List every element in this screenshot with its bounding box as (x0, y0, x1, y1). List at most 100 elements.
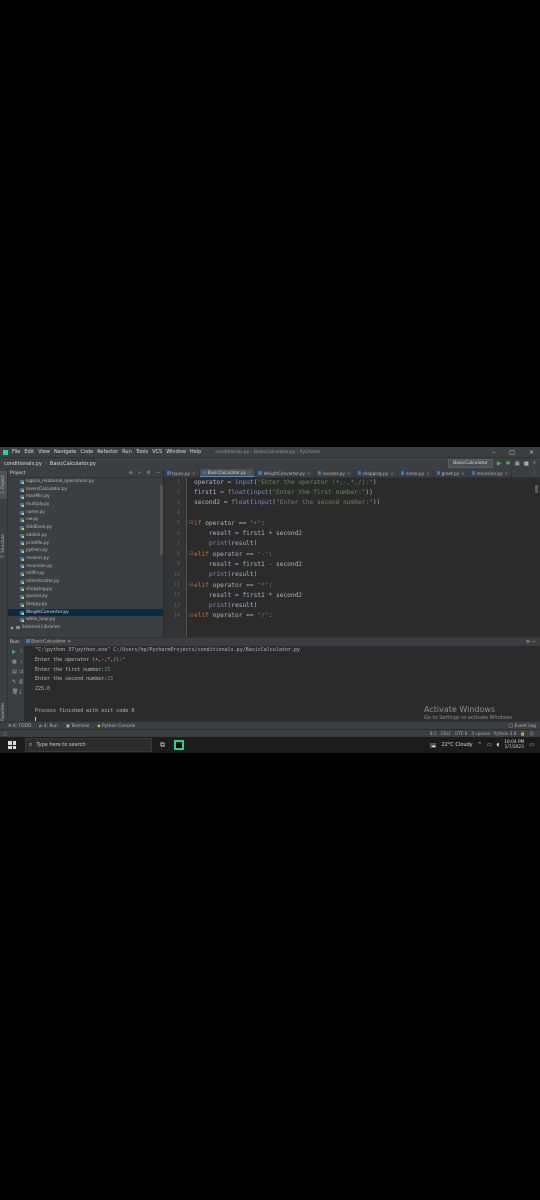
close-tab-icon[interactable]: × (67, 640, 71, 645)
print-icon[interactable]: ⎙ (19, 679, 23, 685)
file-item[interactable]: Steppy.py (8, 601, 163, 609)
fold-icon[interactable]: ⊟ (189, 551, 193, 557)
python-interpreter[interactable]: Python 3.8 (494, 731, 517, 737)
code-line[interactable]: elif operator == "-": (194, 551, 272, 558)
menu-view[interactable]: View (38, 449, 50, 455)
close-icon[interactable]: × (529, 449, 534, 456)
close-tab-icon[interactable]: × (426, 471, 430, 476)
close-tab-icon[interactable]: × (390, 471, 394, 476)
network-icon[interactable]: ▭ (487, 742, 492, 748)
file-item[interactable]: oddish.py (8, 532, 163, 540)
code-line[interactable]: second2 = float(input("Enter the second … (194, 499, 380, 506)
debug-icon[interactable]: ✱ (505, 460, 510, 467)
close-tab-icon[interactable]: × (505, 471, 509, 476)
tab-types[interactable]: types.py × (164, 469, 200, 477)
file-item[interactable]: python.py (8, 547, 163, 555)
code-line[interactable]: elif operator == "/": (194, 612, 272, 619)
layout-icon[interactable]: ▤ (12, 669, 17, 675)
scroll-down-icon[interactable]: ↓ (19, 659, 23, 665)
hide-icon[interactable]: — (156, 471, 161, 476)
inspector-icon[interactable]: ☺ (530, 731, 534, 737)
breadcrumb-project[interactable]: conditionals.py (4, 461, 42, 467)
code-line[interactable]: operator = input("Enter the operator (+,… (194, 479, 377, 486)
breadcrumb-file[interactable]: BasicCalculator.py (50, 461, 96, 467)
tab-recaess[interactable]: recaess.py × (315, 469, 355, 477)
file-item[interactable]: while_loop.py (8, 616, 163, 624)
python-console-tab[interactable]: ◆ Python Console (97, 724, 135, 729)
file-item[interactable]: printMe.py (8, 540, 163, 548)
file-item[interactable]: recaess.py (8, 555, 163, 563)
run-config-select[interactable]: BasicCalculator (448, 459, 493, 468)
menu-code[interactable]: Code (80, 449, 93, 455)
line-separator[interactable]: CRLF (441, 731, 452, 737)
editor-scrollbar[interactable] (535, 485, 538, 493)
windows-start-icon[interactable] (8, 741, 16, 749)
file-item[interactable]: shopping.py (8, 586, 163, 594)
file-item[interactable]: maxMin.py (8, 493, 163, 501)
scroll-end-icon[interactable]: ⤓ (19, 689, 21, 695)
code-line[interactable]: print(result) (194, 602, 257, 609)
code-line[interactable]: result = first1 * second2 (194, 592, 302, 599)
menu-file[interactable]: File (12, 449, 20, 455)
tab-recursion[interactable]: recursion.py × (469, 469, 513, 477)
menu-window[interactable]: Window (166, 449, 186, 455)
close-tab-icon[interactable]: × (192, 471, 196, 476)
run-config-tab[interactable]: BasicCalculator × (26, 639, 71, 645)
weather-icon[interactable]: ☁ (430, 742, 437, 748)
taskbar-search[interactable]: ⌕ Type here to search (25, 738, 152, 752)
todo-tab[interactable]: ≡ 6: TODO (8, 724, 31, 729)
tab-greet[interactable]: greet.py × (434, 469, 469, 477)
menu-run[interactable]: Run (122, 449, 132, 455)
close-tab-icon[interactable]: × (248, 470, 252, 475)
file-item[interactable]: name.py (8, 509, 163, 517)
menu-tools[interactable]: Tools (136, 449, 148, 455)
menu-help[interactable]: Help (190, 449, 201, 455)
code-line[interactable]: elif operator == "*": (194, 582, 272, 589)
stop-icon[interactable]: ■ (524, 461, 529, 467)
code-line[interactable]: print(result) (194, 540, 257, 547)
menu-edit[interactable]: Edit (24, 449, 34, 455)
search-everywhere-icon[interactable]: ⌕ (533, 460, 536, 467)
code-editor[interactable]: types.py × BasicCalculator.py × WeightConv… (164, 469, 540, 637)
menu-refactor[interactable]: Refactor (97, 449, 118, 455)
code-line[interactable]: result = first1 + second2 (194, 530, 302, 537)
gear-icon[interactable]: ⚙ — (526, 640, 536, 645)
tab-basiccalculator[interactable]: BasicCalculator.py × (199, 469, 256, 477)
notification-icon[interactable]: ▭ (529, 742, 534, 748)
volume-icon[interactable]: ◖ (497, 742, 500, 748)
file-item[interactable]: rollfiir.py (8, 570, 163, 578)
weather-text[interactable]: 22°C Cloudy (441, 742, 472, 748)
locate-icon[interactable]: ⊕ (129, 471, 133, 476)
tab-shopping[interactable]: shopping.py × (355, 469, 398, 477)
status-toggle-icon[interactable]: ▢ (3, 731, 7, 736)
code-line[interactable]: result = first1 - second2 (194, 561, 302, 568)
structure-tool-tab[interactable]: 7: Structure (0, 529, 7, 563)
file-item[interactable]: loversCalculator.py (8, 486, 163, 494)
code-line[interactable]: print(result) (194, 571, 257, 578)
tabs-overflow-icon[interactable]: ⋮ (529, 469, 540, 477)
scroll-up-icon[interactable]: ↑ (19, 649, 23, 655)
project-tool-tab[interactable]: 1: Project (0, 471, 7, 499)
clock[interactable]: 10:04 PM 1/7/2023 (504, 740, 524, 750)
code-line[interactable]: first1 = float(input("Enter the first nu… (194, 489, 373, 496)
file-item[interactable]: logical_relational_operations.py (8, 478, 163, 486)
external-libraries-node[interactable]: ▶ External Libraries (8, 624, 163, 632)
task-view-icon[interactable]: ⧉ (160, 741, 165, 750)
fold-icon[interactable]: ⊟ (189, 582, 193, 588)
pin-icon[interactable]: ✎ (12, 679, 16, 685)
project-title[interactable]: Project (10, 471, 25, 476)
tab-name[interactable]: name.py × (398, 469, 434, 477)
run-icon[interactable]: ▶ (497, 460, 502, 467)
pycharm-taskbar-icon[interactable] (174, 740, 184, 750)
terminal-tab[interactable]: ▣ Terminal (66, 724, 90, 729)
fold-icon[interactable]: ⊟ (189, 520, 193, 526)
file-item[interactable]: OddEven.py (8, 524, 163, 532)
code-line[interactable]: if operator == "+": (194, 520, 265, 527)
chevron-up-icon[interactable]: ^ (478, 742, 482, 748)
collapse-icon[interactable]: ÷ (138, 471, 142, 476)
close-tab-icon[interactable]: × (307, 471, 311, 476)
rerun-icon[interactable]: ▶ (12, 649, 16, 655)
file-item[interactable]: multiply.py (8, 501, 163, 509)
close-tab-icon[interactable]: × (461, 471, 465, 476)
maximize-icon[interactable]: □ (509, 449, 515, 456)
